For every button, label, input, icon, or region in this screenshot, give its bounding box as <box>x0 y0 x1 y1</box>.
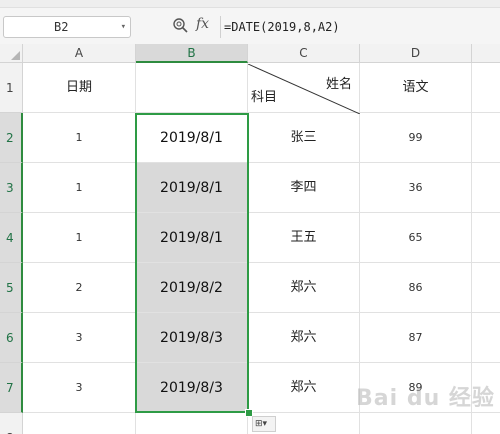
column-header-b[interactable]: B <box>136 44 248 63</box>
name-box-value: B2 <box>54 20 69 34</box>
row-header-2[interactable]: 2 <box>0 113 23 163</box>
cell-b7[interactable]: 2019/8/3 <box>136 363 248 413</box>
cell-d5[interactable]: 86 <box>360 263 472 313</box>
cell-c6[interactable]: 郑六 <box>248 313 360 363</box>
cell-e8[interactable] <box>472 413 500 434</box>
function-icon[interactable]: fx <box>196 16 209 32</box>
select-all-triangle-icon <box>11 51 20 60</box>
cell-e1[interactable] <box>472 63 500 113</box>
row-header-3[interactable]: 3 <box>0 163 23 213</box>
divider <box>220 16 221 38</box>
sheet-grid: A B C D 1 2 3 4 5 6 7 8 日期 语文 1 2019/8/1… <box>0 44 500 434</box>
cell-d6[interactable]: 87 <box>360 313 472 363</box>
cell-c2[interactable]: 张三 <box>248 113 360 163</box>
cell-a4[interactable]: 1 <box>23 213 136 263</box>
cell-c4[interactable]: 王五 <box>248 213 360 263</box>
cell-b6[interactable]: 2019/8/3 <box>136 313 248 363</box>
cell-a2[interactable]: 1 <box>23 113 136 163</box>
cell-a8[interactable] <box>23 413 136 434</box>
name-box[interactable]: B2 ▾ <box>3 16 131 38</box>
column-header-a[interactable]: A <box>23 44 136 63</box>
cell-e3[interactable] <box>472 163 500 213</box>
cell-c3[interactable]: 李四 <box>248 163 360 213</box>
cell-d7[interactable]: 89 <box>360 363 472 413</box>
row-header-7[interactable]: 7 <box>0 363 23 413</box>
column-header-d[interactable]: D <box>360 44 472 63</box>
chevron-down-icon[interactable]: ▾ <box>121 17 126 37</box>
column-header-e[interactable] <box>472 44 500 63</box>
zoom-magnifier-icon[interactable] <box>172 17 188 35</box>
cell-b2[interactable]: 2019/8/1 <box>136 113 248 163</box>
cell-d4[interactable]: 65 <box>360 213 472 263</box>
cell-d2[interactable]: 99 <box>360 113 472 163</box>
cell-a7[interactable]: 3 <box>23 363 136 413</box>
cell-c1[interactable] <box>248 63 360 113</box>
cell-e2[interactable] <box>472 113 500 163</box>
cell-b4[interactable]: 2019/8/1 <box>136 213 248 263</box>
column-header-c[interactable]: C <box>248 44 360 63</box>
cell-e5[interactable] <box>472 263 500 313</box>
cell-b3[interactable]: 2019/8/1 <box>136 163 248 213</box>
cell-a3[interactable]: 1 <box>23 163 136 213</box>
cell-d3[interactable]: 36 <box>360 163 472 213</box>
cell-e6[interactable] <box>472 313 500 363</box>
cell-d8[interactable] <box>360 413 472 434</box>
formula-input[interactable]: =DATE(2019,8,A2) <box>224 16 340 38</box>
cell-a1[interactable]: 日期 <box>23 63 136 113</box>
row-header-1[interactable]: 1 <box>0 63 23 113</box>
cell-d1[interactable]: 语文 <box>360 63 472 113</box>
row-header-5[interactable]: 5 <box>0 263 23 313</box>
formula-bar: B2 ▾ fx =DATE(2019,8,A2) <box>0 0 500 45</box>
cell-c5[interactable]: 郑六 <box>248 263 360 313</box>
row-header-6[interactable]: 6 <box>0 313 23 363</box>
toolbar-strip <box>0 0 500 8</box>
select-all-corner[interactable] <box>0 44 23 63</box>
row-header-8[interactable]: 8 <box>0 413 23 434</box>
cell-b8[interactable] <box>136 413 248 434</box>
cell-c7[interactable]: 郑六 <box>248 363 360 413</box>
cell-b5[interactable]: 2019/8/2 <box>136 263 248 313</box>
cell-a5[interactable]: 2 <box>23 263 136 313</box>
row-header-4[interactable]: 4 <box>0 213 23 263</box>
cell-a6[interactable]: 3 <box>23 313 136 363</box>
spreadsheet-app: B2 ▾ fx =DATE(2019,8,A2) A B C D 1 2 3 4… <box>0 0 500 434</box>
quick-analysis-button[interactable]: ⊞▾ <box>252 416 276 432</box>
cell-b1[interactable] <box>136 63 248 113</box>
cell-e7[interactable] <box>472 363 500 413</box>
cell-e4[interactable] <box>472 213 500 263</box>
